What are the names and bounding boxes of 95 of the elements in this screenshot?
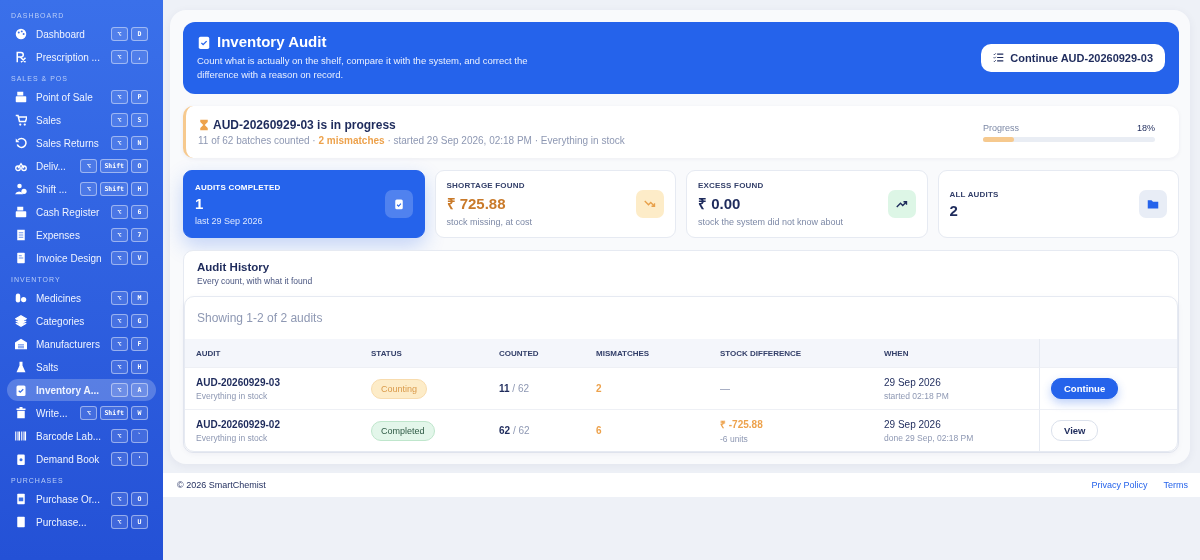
prescription-icon [15,51,27,63]
invoice-icon [15,252,27,264]
progress-label: Progress [983,122,1019,133]
row-action-button[interactable]: Continue [1051,378,1119,399]
stat-label: SHORTAGE FOUND [446,181,526,190]
row-action-button[interactable]: View [1051,420,1099,441]
audit-date: 29 Sep 2026 [884,418,942,430]
sidebar-item-label: Inventory A... [36,384,100,396]
page-description: Count what is actually on the shelf, compare it with the system, and correct the difference with a reason on record. [197,54,529,82]
cash-register-icon [15,206,27,218]
stat-label: ALL AUDITS [949,189,999,199]
document-icon [15,493,27,505]
folder-icon [1147,198,1159,210]
progress-details: 11 of 62 batches counted · 2 mismatches · started 29 Sep 2026, 02:18 PM · Everything in stock [198,135,625,146]
sidebar-item-label: Sales [36,114,62,126]
bicycle-icon [15,160,27,172]
sidebar-item-label: Medicines [36,292,83,304]
undo-icon [15,137,27,149]
stock-difference: — [720,383,731,394]
progress-title: AUD-20260929-03 is in progress [213,118,396,132]
status-badge: Completed [371,420,435,441]
document-icon [15,516,27,528]
audit-id[interactable]: AUD-20260929-03 [196,376,360,388]
section-subtitle: Every count, with what it found [197,276,314,286]
audit-id[interactable]: AUD-20260929-02 [196,418,360,430]
clipboard-check-icon [197,34,211,49]
audit-time: done 29 Sep, 02:18 PM [884,432,975,443]
pills-icon [15,292,27,304]
stat-value: ₹ 725.88 [446,194,507,213]
stat-label: EXCESS FOUND [698,181,765,190]
continue-audit-button[interactable]: Continue AUD-20260929-03 [981,43,1165,72]
receipt-icon [15,229,27,241]
showing-count: Showing 1-2 of 2 audits [196,310,324,327]
user-clock-icon [15,183,27,195]
stat-value: 2 [949,201,959,219]
page-title: Inventory Audit [217,33,327,50]
sidebar-item-label: Purchase Or... [36,493,101,505]
sidebar-item-label: Prescription ... [36,51,101,63]
clipboard-check-icon [392,198,405,210]
sidebar-item-label: Barcode Lab... [36,430,102,442]
sidebar-item-label: Dashboard [36,28,86,40]
palette-icon [15,28,27,40]
sidebar-item-label: Demand Book [36,453,101,465]
sidebar-item-label: Write... [36,407,69,419]
difference-units: -6 units [720,434,749,444]
warehouse-icon [15,338,27,350]
layers-icon [15,315,27,327]
column-header: STATUS [360,339,488,367]
stat-value: ₹ 0.00 [698,194,742,213]
column-header: MISMATCHES [585,339,709,367]
sidebar-item-label: Deliv... [36,160,67,172]
column-header: STOCK DIFFERENCE [709,339,873,367]
section-title: Audit History [197,261,271,273]
counted-cell-text: 11 / 62 [499,383,531,394]
mismatch-count: 2 [596,383,603,394]
trend-up-icon [895,198,908,210]
flask-icon [15,361,27,373]
sidebar-item-label: Categories [36,315,86,327]
cash-register-icon [15,91,27,103]
sidebar-item-label: Manufacturers [36,338,101,350]
barcode-icon [15,430,27,442]
audit-scope: Everything in stock [196,432,269,443]
sidebar-item-label: Salts [36,361,60,373]
progress-percent: 18% [1137,122,1155,133]
footer-link[interactable]: Privacy Policy [1091,480,1148,490]
sidebar-item-label: Shift ... [36,183,69,195]
footer-link[interactable]: Terms [1163,480,1188,490]
mismatch-count: 6 [596,425,603,436]
stat-note: stock missing, at cost [446,217,533,227]
audit-date: 29 Sep 2026 [884,376,942,388]
sidebar-item-label: Point of Sale [36,91,94,103]
stat-value: 1 [195,194,205,212]
sidebar-item-label: Sales Returns [36,137,100,149]
trend-down-icon [644,198,656,210]
clipboard-check-icon [15,384,27,396]
cart-icon [15,114,27,126]
stat-label: AUDITS COMPLETED [195,182,281,192]
list-check-icon [993,52,1005,63]
stat-note: last 29 Sep 2026 [195,215,264,226]
column-header: AUDIT [185,339,360,367]
column-header: COUNTED [488,339,585,367]
audit-time: started 02:18 PM [884,390,950,401]
stock-difference: ₹ -725.88 [720,418,764,431]
trash-icon [15,407,27,419]
stat-note: stock the system did not know about [698,217,844,227]
status-badge: Counting [371,378,428,399]
sidebar-item-label: Expenses [36,229,81,241]
copyright: © 2026 SmartChemist [177,480,266,490]
column-header: WHEN [873,339,1039,367]
audit-scope: Everything in stock [196,390,269,401]
counted-cell-text: 62 / 62 [499,425,531,436]
sidebar-item-label: Invoice Design [36,252,102,264]
sidebar-item-label: Cash Register [36,206,101,218]
sidebar-item-label: Purchase... [36,516,88,528]
hourglass-icon [198,119,210,131]
